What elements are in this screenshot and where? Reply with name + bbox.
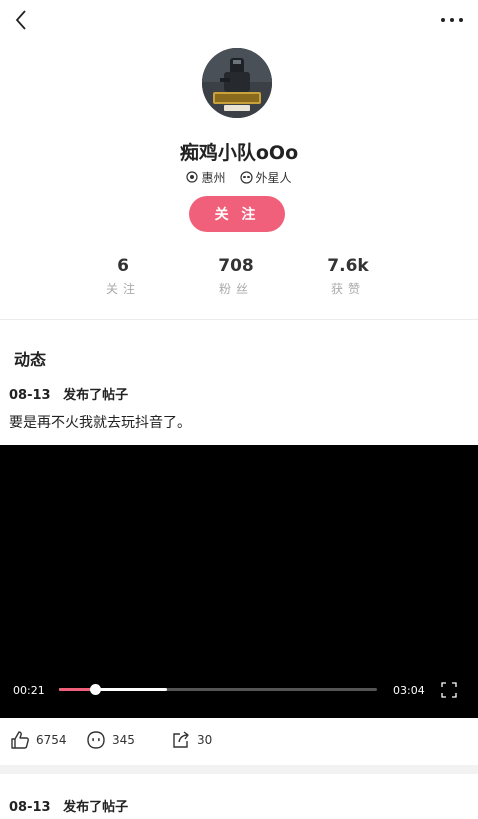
stat-likes[interactable]: 7.6k 获赞 <box>298 254 398 299</box>
video-current-time: 00:21 <box>13 684 45 697</box>
video-duration: 03:04 <box>393 684 425 697</box>
more-button[interactable] <box>438 8 466 32</box>
section-title: 动态 <box>14 350 47 369</box>
share-count: 30 <box>197 733 213 747</box>
divider <box>0 319 478 320</box>
stat-value: 7.6k <box>327 256 369 276</box>
top-bar <box>0 0 478 40</box>
post-action: 发布了帖子 <box>63 800 129 815</box>
post-date: 08-13 <box>9 800 51 815</box>
post-text[interactable]: 要是再不火我就去玩抖音了。 <box>9 412 191 432</box>
chevron-left-icon <box>15 10 26 30</box>
comment-face-icon <box>87 731 105 749</box>
user-tag: 外星人 <box>239 169 292 186</box>
post-action: 发布了帖子 <box>63 388 129 403</box>
follow-button[interactable]: 关 注 <box>189 196 285 232</box>
stat-value: 708 <box>218 256 254 276</box>
fullscreen-icon <box>441 682 457 698</box>
comment-button[interactable]: 345 <box>86 726 135 754</box>
like-button[interactable]: 6754 <box>10 726 67 754</box>
location: 惠州 <box>186 169 226 186</box>
location-text: 惠州 <box>201 170 226 185</box>
more-dots-icon <box>441 18 463 22</box>
share-button[interactable]: 30 <box>171 726 212 754</box>
like-count: 6754 <box>36 733 67 747</box>
post-date: 08-13 <box>9 388 51 403</box>
stat-value: 6 <box>117 256 129 276</box>
alien-icon <box>239 170 253 184</box>
post-separator <box>0 765 478 774</box>
profile-meta: 惠州 外星人 <box>0 168 478 186</box>
stat-label: 获赞 <box>330 282 365 296</box>
post-actions: 6754 345 30 <box>0 726 478 754</box>
stat-label: 粉丝 <box>218 282 253 296</box>
avatar[interactable] <box>202 48 272 118</box>
comment-count: 345 <box>112 733 135 747</box>
username: 痴鸡小队oOo <box>179 142 299 164</box>
back-button[interactable] <box>10 8 34 32</box>
stats-row: 6 关注 708 粉丝 7.6k 获赞 <box>0 254 478 304</box>
avatar-image <box>202 48 272 118</box>
post-header: 08-13 发布了帖子 <box>9 796 128 815</box>
share-icon <box>173 731 189 748</box>
fullscreen-button[interactable] <box>441 682 457 698</box>
stat-following[interactable]: 6 关注 <box>73 254 173 299</box>
stat-label: 关注 <box>105 282 140 296</box>
location-pin-icon <box>186 171 199 183</box>
post-header: 08-13 发布了帖子 <box>9 384 128 403</box>
video-progress-bar[interactable] <box>59 684 377 695</box>
video-player[interactable] <box>0 445 478 718</box>
stat-followers[interactable]: 708 粉丝 <box>186 254 286 299</box>
tag-text: 外星人 <box>255 170 292 185</box>
thumbs-up-icon <box>11 731 29 749</box>
